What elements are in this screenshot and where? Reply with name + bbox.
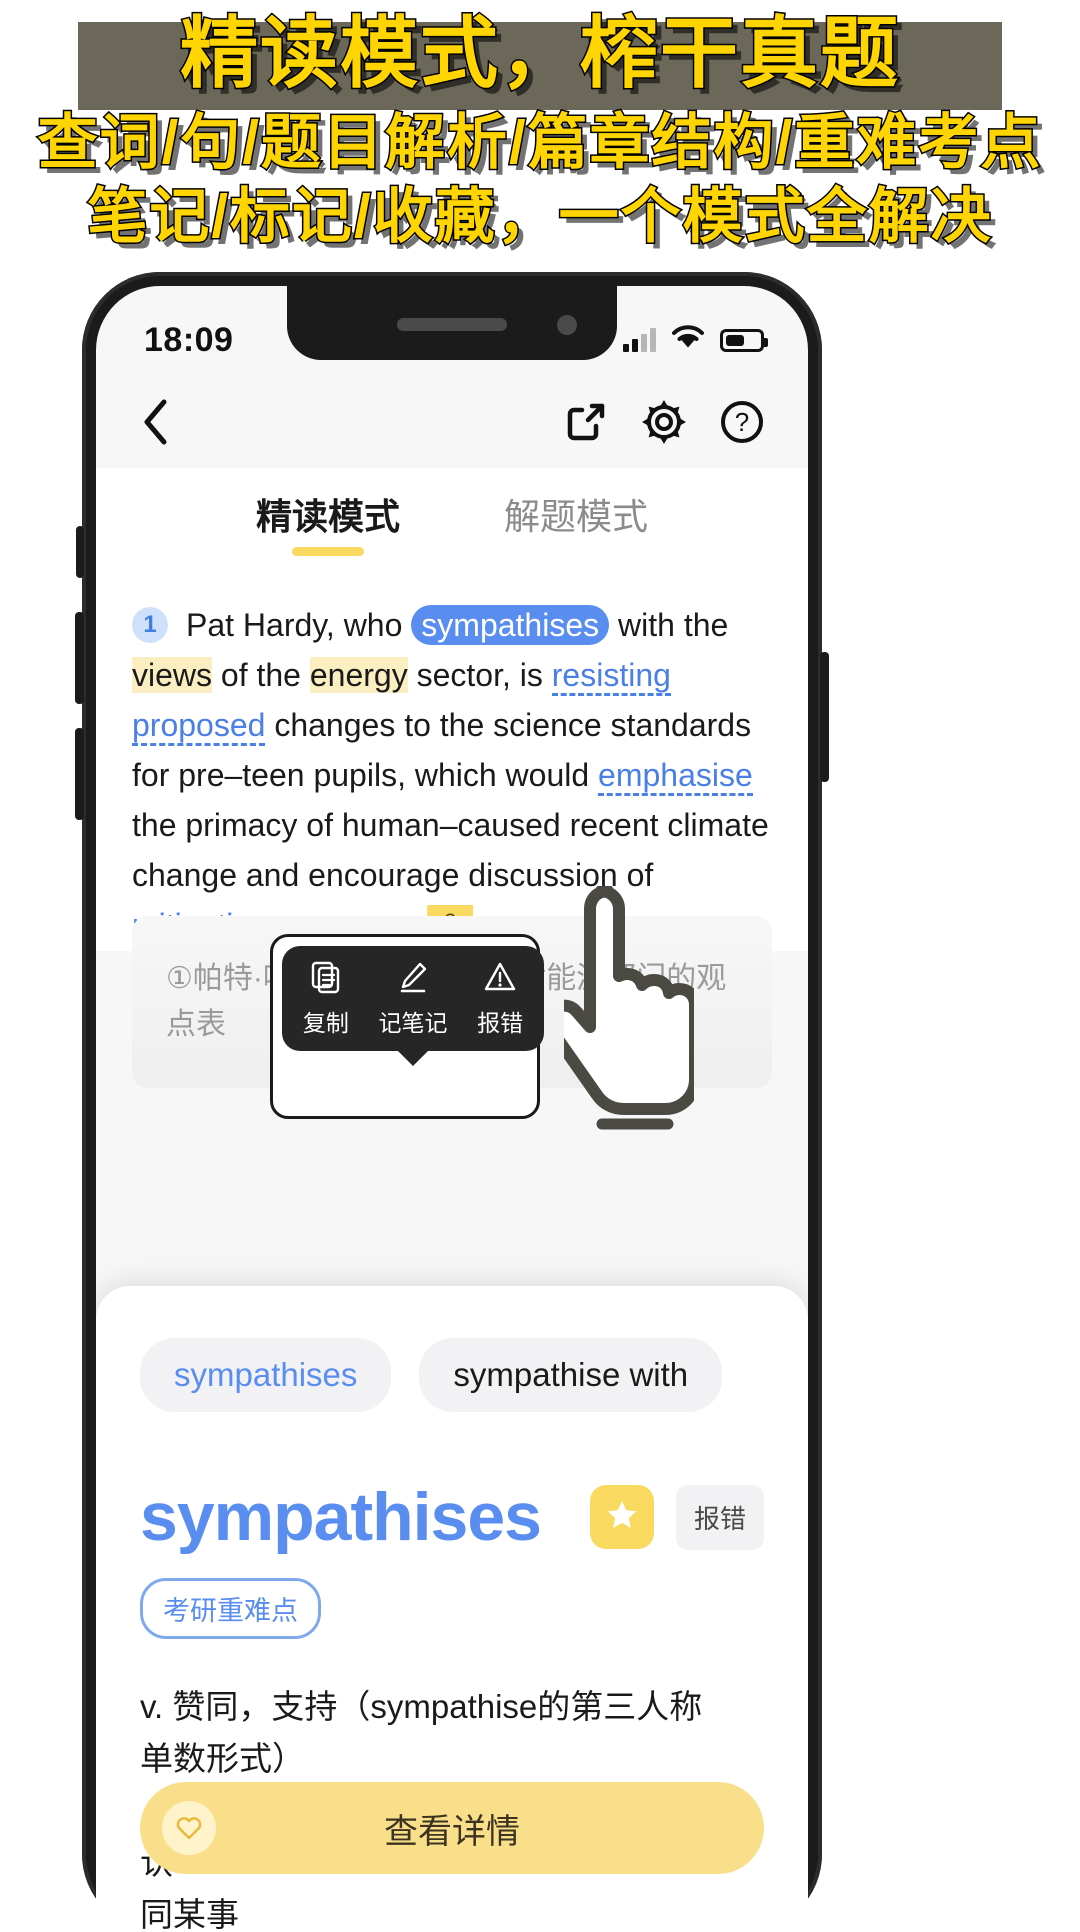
definition-line: 同某事 xyxy=(140,1896,239,1932)
copy-icon xyxy=(309,960,343,999)
text-segment: the primacy of xyxy=(132,807,342,843)
svg-text:?: ? xyxy=(735,407,749,437)
back-button[interactable] xyxy=(126,393,184,451)
hand-cursor-icon xyxy=(543,885,701,1161)
tab-problem-solving[interactable]: 解题模式 xyxy=(500,482,652,560)
text-segment: with the xyxy=(609,607,729,643)
phone-power-button xyxy=(820,652,829,782)
context-menu-report-label: 报错 xyxy=(477,1009,524,1036)
chip-sympathise-with[interactable]: sympathise with xyxy=(419,1338,723,1412)
text-segment: human–caused xyxy=(341,807,561,843)
selected-word-sympathises[interactable]: sympathises xyxy=(411,605,610,645)
chip-sympathises[interactable]: sympathises xyxy=(140,1338,392,1412)
definition-line: 单数形式） xyxy=(140,1740,305,1777)
text-segment: pupils xyxy=(313,757,398,793)
earpiece-speaker xyxy=(397,318,507,331)
view-details-label: 查看详情 xyxy=(384,1812,520,1851)
status-badge-kaoyan: 考研重难点 xyxy=(140,1578,321,1639)
app-nav-bar: ? xyxy=(96,376,808,468)
paragraph-number-badge: 1 xyxy=(132,606,168,643)
highlight-views[interactable]: views xyxy=(132,657,213,693)
phone-mockup: 18:09 ? 精读模式 解题模式 1 Pat Hardy, who sympa… xyxy=(75,272,829,1932)
front-camera xyxy=(557,315,577,335)
text-context-menu: 复制 记笔记 报错 xyxy=(282,946,544,1051)
context-menu-note[interactable]: 记笔记 xyxy=(378,960,447,1038)
status-time: 18:09 xyxy=(144,320,234,359)
link-emphasise[interactable]: emphasise xyxy=(598,757,753,796)
share-export-icon[interactable] xyxy=(554,390,618,454)
phone-mute-switch xyxy=(76,526,84,578)
question-circle-icon[interactable]: ? xyxy=(710,390,774,454)
phone-volume-down-button xyxy=(75,728,84,820)
phone-notch xyxy=(287,286,617,360)
promo-header: 精读模式，榨干真题 查词/句/题目解析/篇章结构/重难考点 笔记/标记/收藏，一… xyxy=(0,0,1080,280)
dictionary-headword: sympathises xyxy=(140,1479,542,1555)
context-menu-copy-label: 复制 xyxy=(302,1009,349,1036)
highlight-energy[interactable]: energy xyxy=(309,657,408,693)
view-details-button[interactable]: 查看详情 xyxy=(140,1782,764,1874)
tab-intensive-reading[interactable]: 精读模式 xyxy=(252,482,404,560)
phone-volume-up-button xyxy=(75,612,84,704)
tab-label: 解题模式 xyxy=(504,496,649,537)
definition-line: v. 赞同，支持（sympathise的第三人称 xyxy=(140,1688,703,1725)
signal-bars-icon xyxy=(623,328,656,352)
text-segment: , which would xyxy=(397,757,599,793)
warning-triangle-icon xyxy=(483,960,517,999)
text-segment: sector, is xyxy=(407,657,552,693)
battery-icon xyxy=(720,328,768,352)
gear-icon[interactable] xyxy=(632,390,696,454)
favorite-star-button[interactable] xyxy=(589,1485,654,1549)
dictionary-report-button[interactable]: 报错 xyxy=(675,1484,764,1550)
context-menu-report[interactable]: 报错 xyxy=(477,960,523,1038)
context-menu-copy[interactable]: 复制 xyxy=(303,960,349,1038)
article-body: 1 Pat Hardy, who sympathises with the vie… xyxy=(96,566,808,951)
wifi-icon xyxy=(670,324,706,356)
star-icon xyxy=(604,1497,640,1538)
context-menu-note-label: 记笔记 xyxy=(378,1009,448,1036)
tab-label: 精读模式 xyxy=(255,496,400,537)
phone-screen: 18:09 ? 精读模式 解题模式 1 Pat Hardy, who sympa… xyxy=(96,286,808,1932)
heart-badge-icon xyxy=(162,1801,216,1855)
promo-headline-3: 笔记/标记/收藏，一个模式全解决 xyxy=(86,182,993,252)
text-segment: of the xyxy=(212,657,310,693)
headword-row: sympathises 报错 xyxy=(140,1478,764,1556)
promo-headline-2: 查词/句/题目解析/篇章结构/重难考点 xyxy=(36,108,1043,178)
text-segment: Pat Hardy, who xyxy=(186,607,412,643)
promo-headline-1: 精读模式，榨干真题 xyxy=(178,8,900,99)
mode-tabs: 精读模式 解题模式 xyxy=(96,468,808,566)
dictionary-chip-row: sympathises sympathise with xyxy=(140,1338,764,1412)
tab-active-underline xyxy=(291,547,364,556)
pencil-note-icon xyxy=(396,960,430,999)
status-icons xyxy=(623,324,768,356)
dictionary-sheet: sympathises sympathise with sympathises … xyxy=(96,1286,808,1932)
